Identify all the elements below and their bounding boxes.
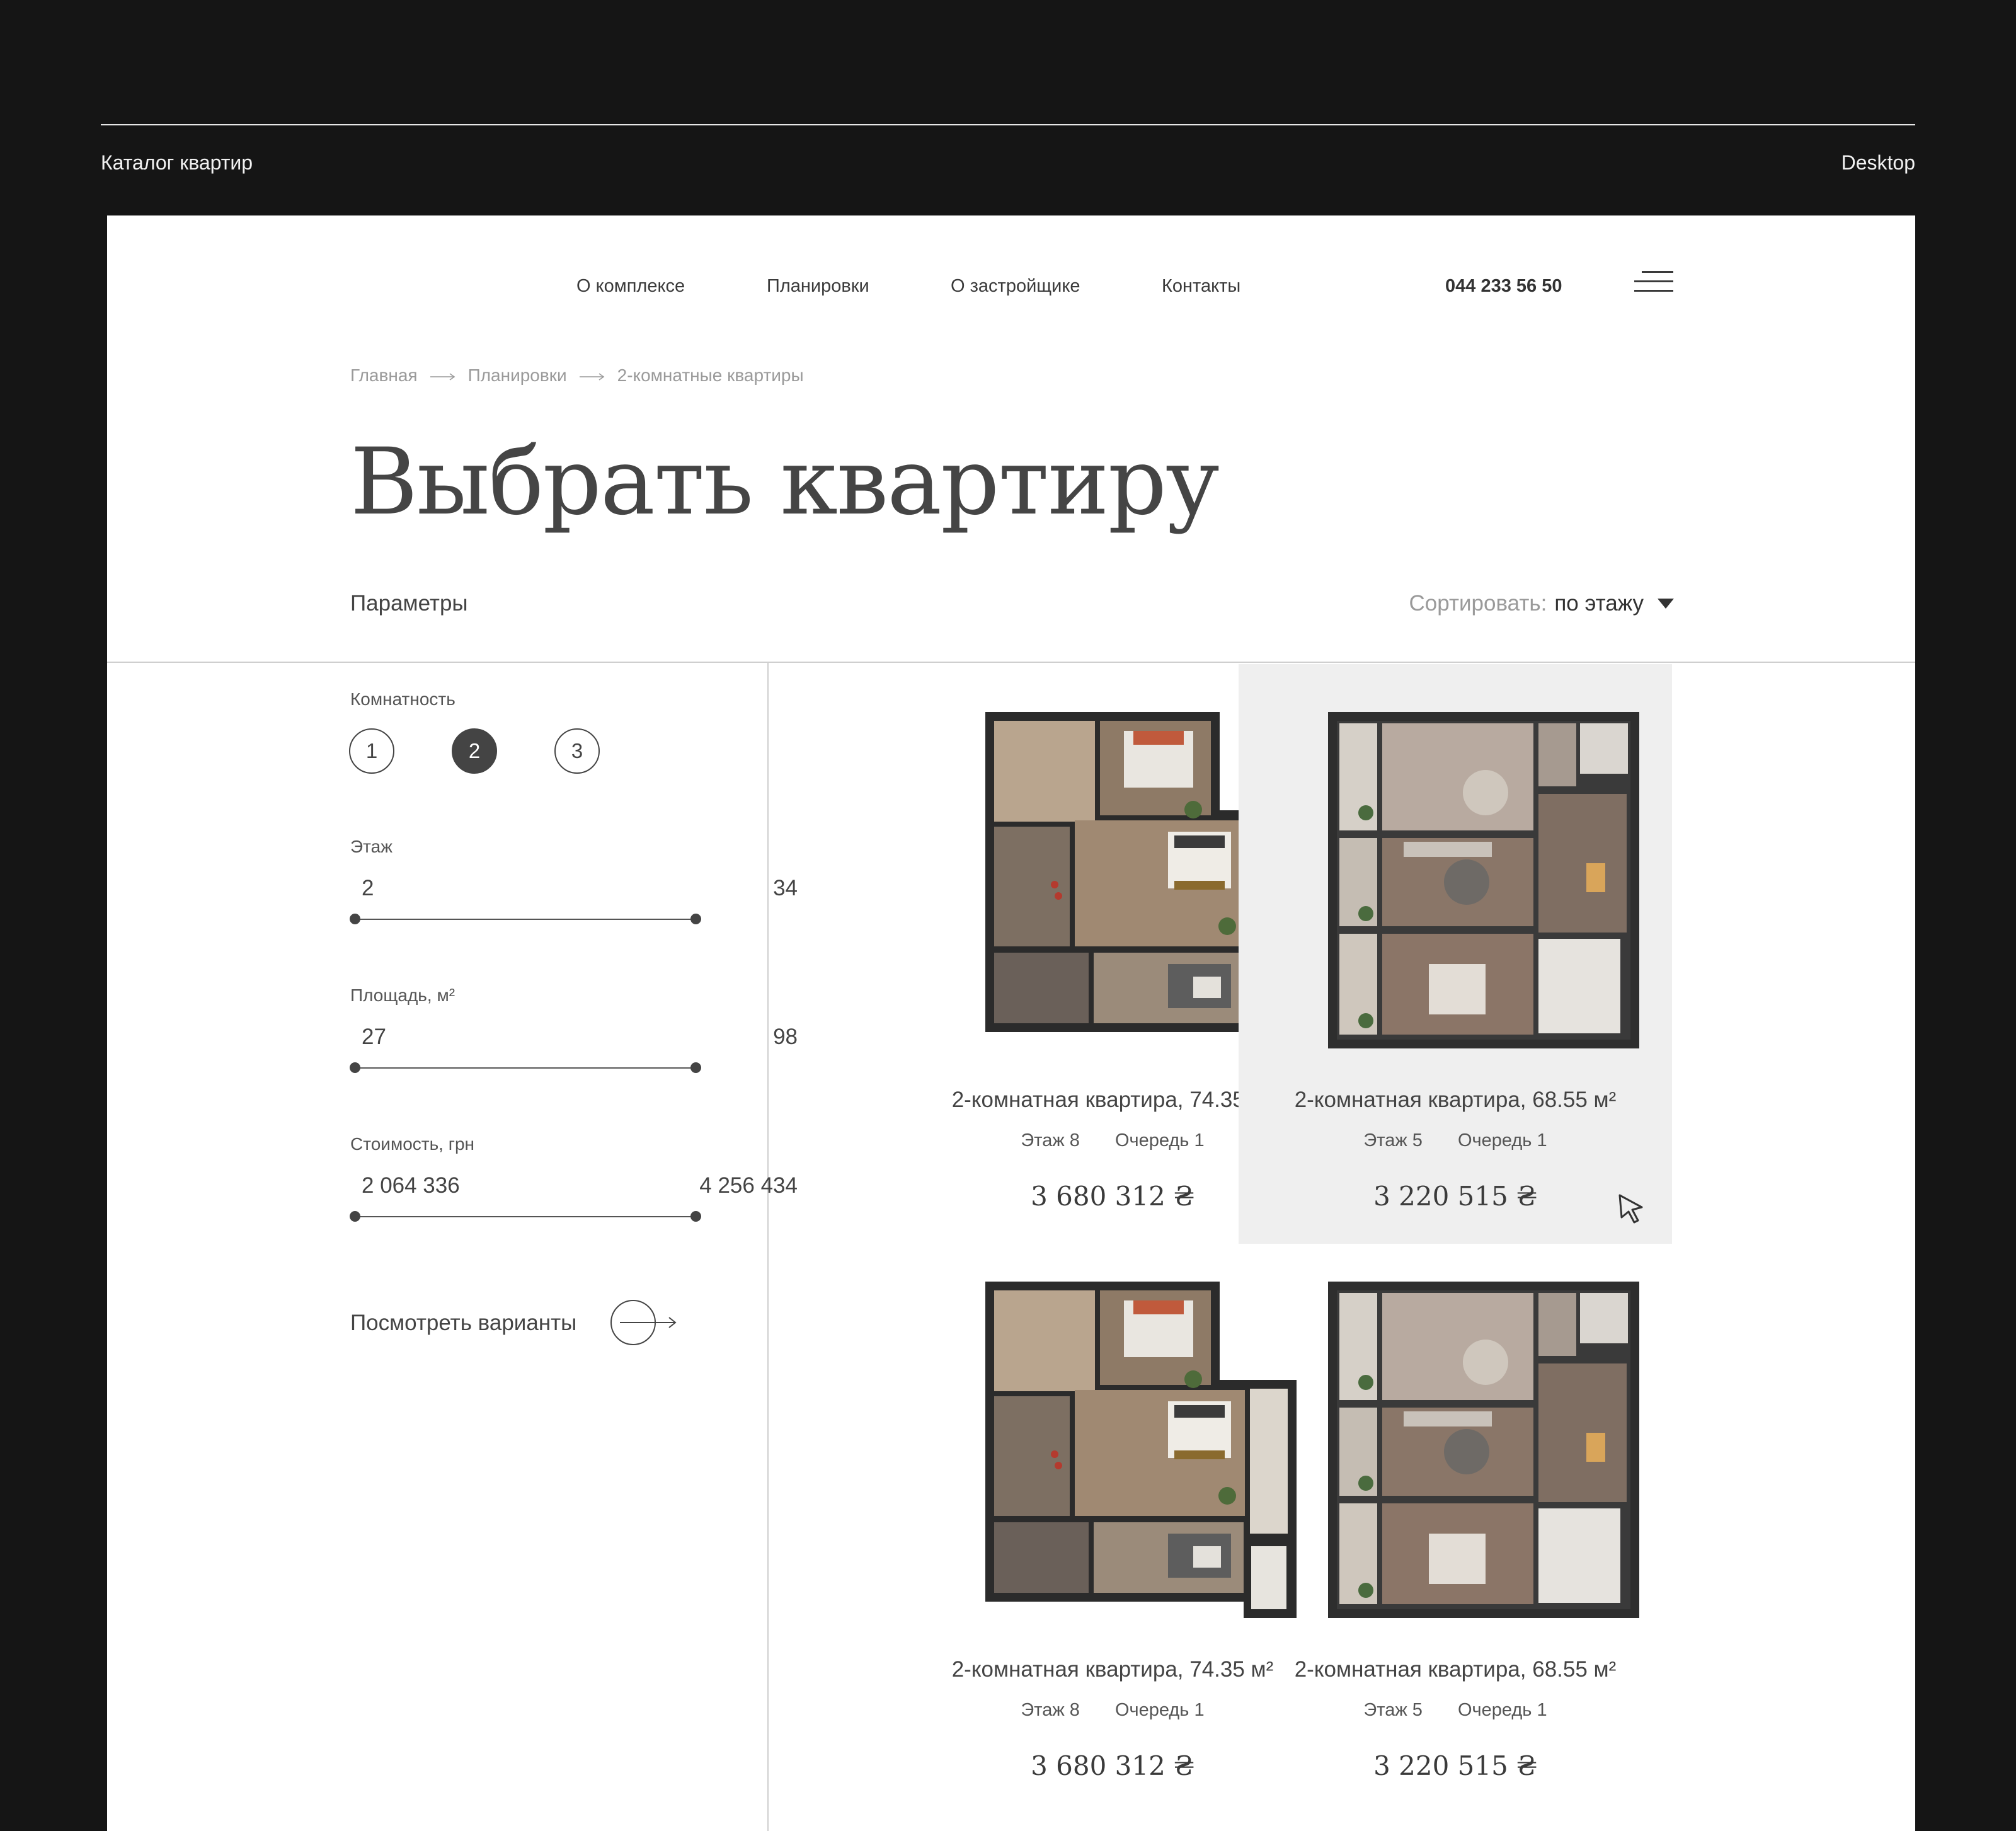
apartment-card[interactable]: 2-комнатная квартира, 68.55 м² Этаж 5 Оч… <box>1239 1234 1672 1813</box>
card-floor: Этаж 8 <box>1021 1130 1080 1151</box>
show-options-link[interactable]: Посмотреть варианты <box>350 1311 576 1336</box>
breadcrumb-current: 2-комнатные квартиры <box>617 365 804 385</box>
page-canvas: О комплексе Планировки О застройщике Кон… <box>107 215 1915 1831</box>
frame-label: Desktop <box>1841 151 1915 174</box>
nav-link-developer[interactable]: О застройщике <box>951 276 1080 297</box>
card-queue: Очередь 1 <box>1114 1700 1205 1720</box>
card-floor: Этаж 5 <box>1363 1130 1423 1151</box>
filter-area-label: Площадь, м² <box>350 985 455 1005</box>
floor-slider-max-handle[interactable] <box>690 914 701 924</box>
price-slider-min-handle[interactable] <box>350 1211 360 1222</box>
arrow-right-icon <box>579 365 605 386</box>
breadcrumb-home[interactable]: Главная <box>350 365 418 386</box>
floor-plan-image-b <box>1328 1282 1639 1618</box>
card-price: 3 220 515 ₴ <box>1373 1181 1537 1212</box>
nav-link-contacts[interactable]: Контакты <box>1162 276 1240 297</box>
filter-rooms-label: Комнатность <box>350 689 455 709</box>
area-max-value: 98 <box>773 1025 798 1049</box>
frame-divider <box>101 124 1915 125</box>
room-option-2[interactable]: 2 <box>452 728 497 774</box>
area-slider-max-handle[interactable] <box>690 1062 701 1073</box>
arrow-circle-right-icon[interactable] <box>610 1299 679 1346</box>
caret-down-icon <box>1658 599 1674 609</box>
params-label: Параметры <box>350 591 468 616</box>
area-min-value: 27 <box>362 1025 386 1049</box>
nav-link-layouts[interactable]: Планировки <box>767 276 869 297</box>
filter-price-label: Стоимость, грн <box>350 1134 474 1154</box>
card-queue: Очередь 1 <box>1114 1130 1205 1151</box>
menu-icon[interactable] <box>1634 271 1673 296</box>
card-meta: Этаж 5 Очередь 1 <box>1239 1700 1672 1721</box>
divider-vertical <box>767 662 769 1831</box>
breadcrumb-layouts[interactable]: Планировки <box>468 365 567 386</box>
area-slider-track <box>354 1067 694 1069</box>
card-floor: Этаж 5 <box>1363 1700 1423 1720</box>
price-max-value: 4 256 434 <box>699 1173 798 1198</box>
room-option-3[interactable]: 3 <box>554 728 600 774</box>
mouse-pointer-icon <box>1618 1194 1643 1224</box>
sort-value: по этажу <box>1554 591 1644 616</box>
breadcrumb: Главная Планировки 2-комнатные квартиры <box>350 365 804 386</box>
sort-dropdown[interactable]: Сортировать: по этажу <box>1409 591 1674 616</box>
filter-floor-label: Этаж <box>350 837 392 856</box>
price-slider-max-handle[interactable] <box>690 1211 701 1222</box>
floor-plan-image-b <box>1328 712 1639 1048</box>
floor-slider-track <box>354 919 694 920</box>
frame-title: Каталог квартир <box>101 151 253 174</box>
card-meta: Этаж 5 Очередь 1 <box>1239 1130 1672 1151</box>
card-title: 2-комнатная квартира, 68.55 м² <box>1294 1657 1617 1682</box>
area-slider-min-handle[interactable] <box>350 1062 360 1073</box>
apartment-card-hovered[interactable]: 2-комнатная квартира, 68.55 м² Этаж 5 Оч… <box>1239 664 1672 1244</box>
card-queue: Очередь 1 <box>1457 1130 1547 1151</box>
card-price: 3 220 515 ₴ <box>1373 1750 1537 1781</box>
sort-label: Сортировать: <box>1409 591 1547 616</box>
nav-link-about-complex[interactable]: О комплексе <box>576 276 685 297</box>
page-title: Выбрать квартиру <box>350 428 1220 536</box>
card-queue: Очередь 1 <box>1457 1700 1547 1720</box>
price-min-value: 2 064 336 <box>362 1173 460 1198</box>
price-slider-track <box>354 1216 694 1217</box>
divider-horizontal <box>107 662 1915 663</box>
card-floor: Этаж 8 <box>1021 1700 1080 1720</box>
floor-slider-min-handle[interactable] <box>350 914 360 924</box>
floor-min-value: 2 <box>362 876 374 900</box>
room-option-1[interactable]: 1 <box>349 728 394 774</box>
phone-number[interactable]: 044 233 56 50 <box>1445 276 1562 297</box>
card-title: 2-комнатная квартира, 68.55 м² <box>1294 1088 1617 1112</box>
floor-max-value: 34 <box>773 876 798 900</box>
arrow-right-icon <box>430 365 455 386</box>
